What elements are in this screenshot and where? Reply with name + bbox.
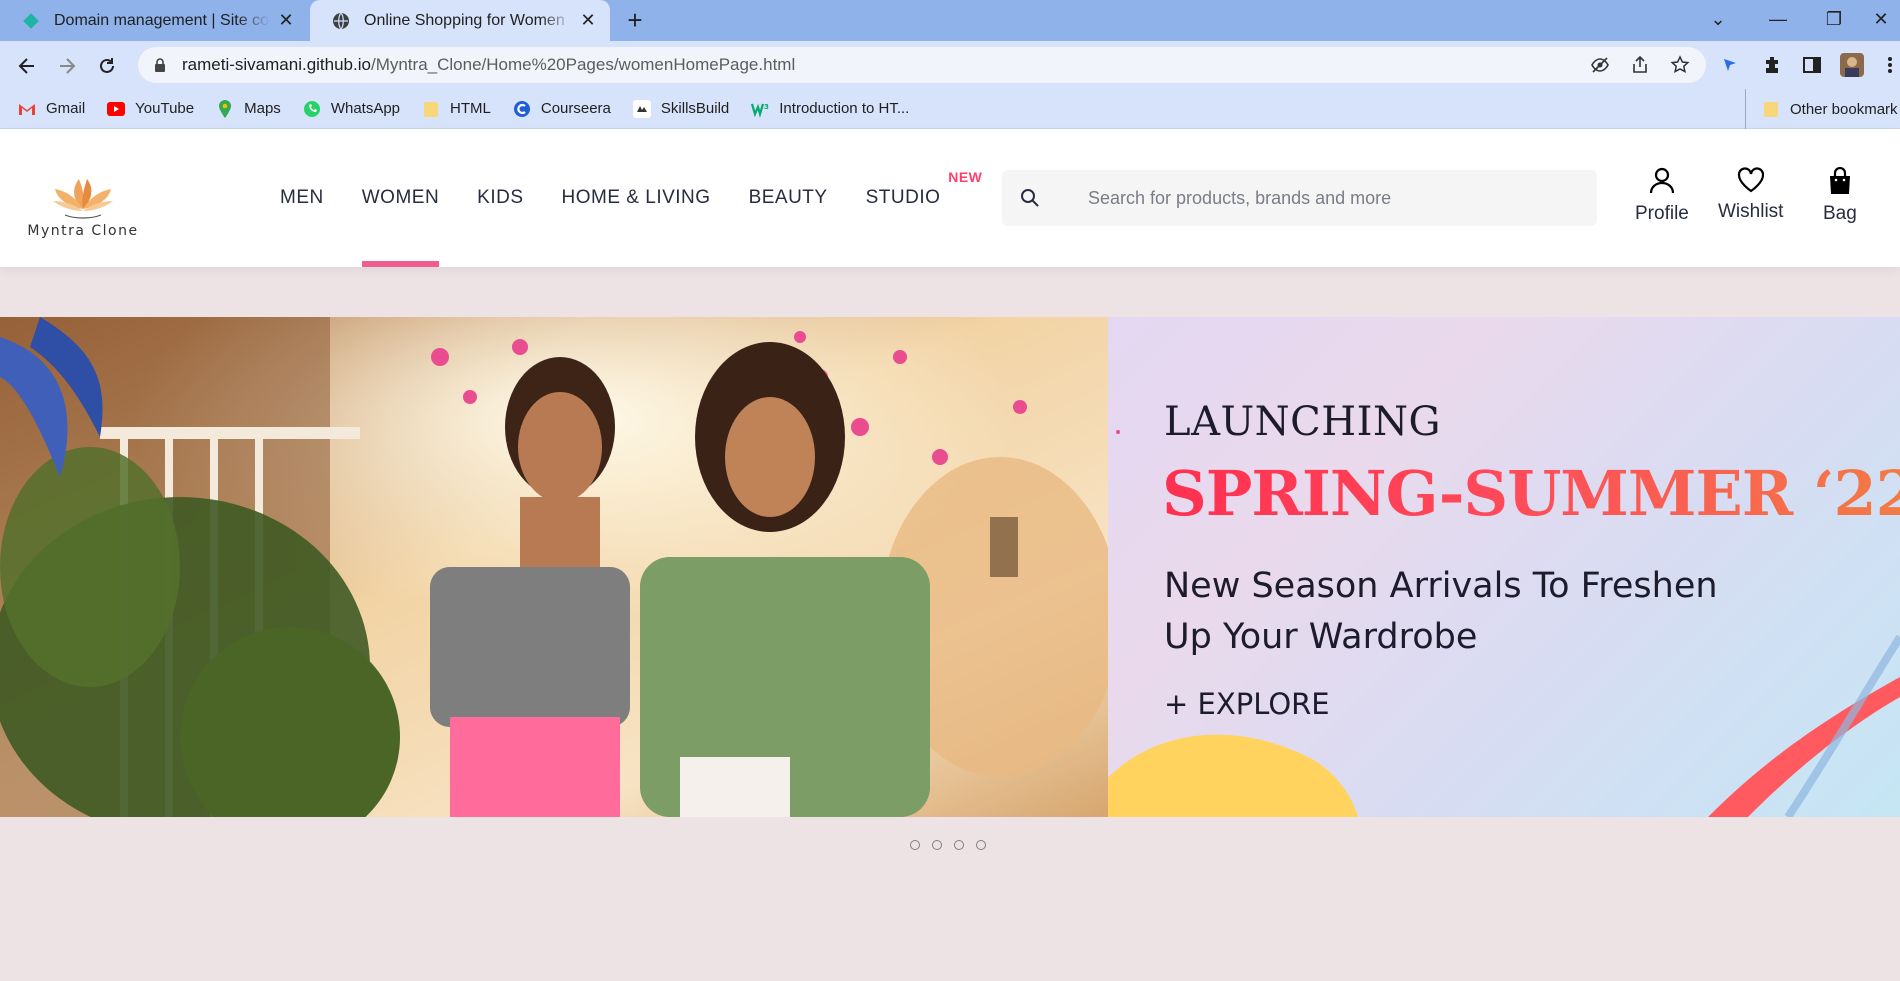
explore-button[interactable]: + EXPLORE <box>1164 687 1330 721</box>
star-icon[interactable] <box>1670 55 1690 75</box>
nav-item-kids[interactable]: KIDS <box>477 129 523 267</box>
nav-item-label: STUDIO <box>865 187 941 208</box>
diamond-icon <box>23 12 39 29</box>
close-window-button[interactable]: ✕ <box>1862 0 1900 38</box>
user-icon <box>1649 167 1675 194</box>
carousel-dot[interactable] <box>932 840 942 850</box>
bookmark-maps[interactable]: Maps <box>216 99 281 118</box>
puzzle-icon[interactable] <box>1760 53 1784 77</box>
search-bar <box>1002 170 1597 226</box>
lotus-logo-icon <box>53 179 113 219</box>
carousel-dot[interactable] <box>954 840 964 850</box>
nav-item-home-living[interactable]: HOME & LIVING <box>562 129 711 267</box>
w3schools-icon: 3 <box>751 103 769 118</box>
maps-icon <box>219 99 232 118</box>
wishlist-label: Wishlist <box>1718 201 1784 222</box>
sidebar-icon[interactable] <box>1800 53 1824 77</box>
arrow-left-icon <box>18 58 34 74</box>
nav-item-studio[interactable]: STUDIO NEW <box>865 129 982 267</box>
bookmark-youtube[interactable]: YouTube <box>107 100 194 118</box>
url-host: rameti-sivamani.github.io <box>182 55 371 74</box>
bookmark-introduction-to-html[interactable]: 3 Introduction to HT... <box>751 100 909 118</box>
heart-icon <box>1737 167 1764 193</box>
tab-title: Domain management | Site confi <box>54 11 270 29</box>
bag-icon <box>1829 167 1850 194</box>
nav-item-beauty[interactable]: BEAUTY <box>749 129 828 267</box>
carousel-dot[interactable] <box>910 840 920 850</box>
bookmark-whatsapp[interactable]: WhatsApp <box>303 100 400 118</box>
promo-panel: LAUNCHING SPRING-SUMMER ‘22 New Season A… <box>1108 317 1900 817</box>
tab-search-icon[interactable]: ⌄ <box>1692 0 1744 38</box>
kebab-menu-icon[interactable] <box>1878 53 1900 77</box>
site-logo[interactable]: Myntra Clone <box>18 171 148 239</box>
carousel-dots <box>910 840 986 850</box>
bag-button[interactable]: Bag <box>1823 167 1857 225</box>
share-icon[interactable] <box>1630 55 1650 75</box>
browser-tab-domain-management[interactable]: Domain management | Site confi ✕ <box>0 0 308 41</box>
forward-button[interactable] <box>50 49 84 83</box>
banner-season-title: SPRING-SUMMER ‘22 <box>1162 457 1900 530</box>
carousel-dot[interactable] <box>976 840 986 850</box>
minimize-button[interactable]: — <box>1752 0 1804 38</box>
youtube-icon <box>107 101 126 116</box>
search-input[interactable] <box>1058 187 1597 209</box>
skillsbuild-icon <box>632 99 651 118</box>
banner-launching: LAUNCHING <box>1164 399 1441 445</box>
bookmark-skillsbuild[interactable]: SkillsBuild <box>632 99 729 118</box>
eye-off-icon[interactable] <box>1590 55 1610 75</box>
url-path: /Myntra_Clone/Home%20Pages/womenHomePage… <box>370 55 796 74</box>
folder-icon <box>1764 102 1778 117</box>
coursera-icon <box>513 100 530 117</box>
restore-button[interactable]: ❐ <box>1808 0 1860 38</box>
reload-button[interactable] <box>90 49 124 83</box>
logo-text: Myntra Clone <box>27 223 139 239</box>
folder-icon <box>424 101 439 117</box>
avatar[interactable] <box>1840 53 1864 77</box>
browser-tab-strip: Domain management | Site confi ✕ Online … <box>0 0 1900 41</box>
bookmark-gmail[interactable]: Gmail <box>18 100 85 118</box>
browser-toolbar: rameti-sivamani.github.io/Myntra_Clone/H… <box>0 41 1900 89</box>
extension-icon[interactable] <box>1718 53 1742 77</box>
close-tab-icon[interactable]: ✕ <box>276 10 296 31</box>
close-tab-icon[interactable]: ✕ <box>578 10 598 31</box>
new-badge: NEW <box>948 169 983 185</box>
main-nav: MEN WOMEN KIDS HOME & LIVING BEAUTY STUD… <box>280 129 982 267</box>
bag-label: Bag <box>1823 203 1857 224</box>
hero-banner[interactable]: LAUNCHING SPRING-SUMMER ‘22 New Season A… <box>0 317 1900 817</box>
bookmarks-bar: Gmail YouTube Maps WhatsApp HTML Coursee… <box>0 89 1900 129</box>
other-bookmarks[interactable]: Other bookmark <box>1745 89 1898 129</box>
banner-tagline: New Season Arrivals To Freshen Up Your W… <box>1164 566 1718 657</box>
bookmark-html[interactable]: HTML <box>422 100 491 118</box>
back-button[interactable] <box>10 49 44 83</box>
whatsapp-icon <box>303 100 320 117</box>
browser-tab-online-shopping[interactable]: Online Shopping for Women - Sh ✕ <box>310 0 610 41</box>
site-header: Myntra Clone MEN WOMEN KIDS HOME & LIVIN… <box>0 129 1900 267</box>
wishlist-button[interactable]: Wishlist <box>1718 167 1783 223</box>
gmail-icon <box>19 103 35 115</box>
nav-item-men[interactable]: MEN <box>280 129 324 267</box>
address-bar[interactable]: rameti-sivamani.github.io/Myntra_Clone/H… <box>138 47 1706 83</box>
profile-label: Profile <box>1635 203 1689 224</box>
globe-icon <box>333 12 349 29</box>
tab-title: Online Shopping for Women - Sh <box>364 11 572 29</box>
bookmark-courseera[interactable]: Courseera <box>513 100 611 118</box>
new-tab-button[interactable]: + <box>620 6 650 36</box>
svg-text:3: 3 <box>764 103 769 111</box>
profile-button[interactable]: Profile <box>1635 167 1689 225</box>
arrow-right-icon <box>60 58 76 74</box>
lock-icon <box>155 58 165 72</box>
nav-item-women[interactable]: WOMEN <box>361 129 440 267</box>
search-icon[interactable] <box>1002 188 1058 208</box>
reload-icon <box>100 58 114 73</box>
models-photo <box>0 317 1108 817</box>
